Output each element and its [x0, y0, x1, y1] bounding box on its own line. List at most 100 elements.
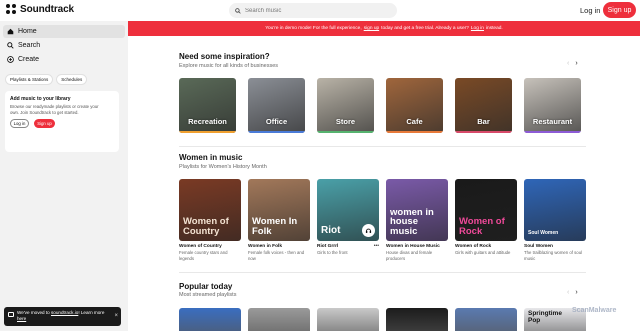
playlist-card[interactable]: Women of Rock Women of Rock Girls with gui…: [455, 179, 517, 256]
playlist-description: Female country stars and legends: [179, 250, 228, 261]
divider: [179, 272, 586, 273]
playlist-cover: Women In Folk: [248, 179, 310, 241]
playlist-name: Women in House Music: [386, 244, 440, 249]
playlist-description: Female folk voices - then and now: [248, 250, 305, 261]
library-card: Add music to your library Browse our rea…: [5, 91, 119, 152]
banner-login-link[interactable]: Log in: [471, 26, 484, 31]
close-icon[interactable]: ×: [114, 312, 118, 320]
category-accent-bar: [179, 131, 236, 133]
playlist-cover-text: Women of Country: [183, 216, 229, 237]
inspiration-carousel-arrows: ‹ ›: [567, 60, 578, 67]
section-subtitle-inspiration: Explore music for all kinds of businesse…: [179, 63, 279, 69]
category-card[interactable]: Bar: [455, 78, 512, 133]
playlist-card[interactable]: Women In Folk Women in Folk Female folk vo…: [248, 179, 310, 261]
section-subtitle-women-in-music: Playlists for Women's History Month: [179, 164, 267, 170]
chevron-left-icon[interactable]: ‹: [567, 60, 569, 67]
playlist-card[interactable]: women in house music Women in House Music…: [386, 179, 448, 261]
playlist-name: Riot Grrrl: [317, 244, 339, 249]
section-title-inspiration: Need some inspiration?: [179, 52, 270, 61]
sidebar-item-create[interactable]: Create: [3, 53, 125, 66]
category-accent-bar: [248, 131, 305, 133]
toast-here-link[interactable]: here: [17, 316, 26, 321]
playlist-cover: women in house music: [386, 179, 448, 241]
playlist-name: Women of Rock: [455, 244, 492, 249]
popular-playlist-card[interactable]: [386, 308, 448, 331]
playlist-description: Girls to the front: [317, 250, 348, 255]
popular-card-title: Springtime Pop: [528, 310, 562, 324]
sidebar-item-label: Search: [18, 42, 41, 49]
main-content: Need some inspiration? Explore music for…: [128, 36, 640, 331]
search-icon: [235, 7, 241, 14]
chevron-right-icon[interactable]: ›: [575, 60, 577, 67]
library-card-title: Add music to your library: [10, 96, 71, 102]
login-link[interactable]: Log in: [580, 6, 600, 15]
playlist-cover-text: women in house music: [390, 206, 434, 237]
section-title-women-in-music: Women in music: [179, 153, 243, 162]
category-accent-bar: [317, 131, 374, 133]
banner-signup-link[interactable]: sign up: [364, 26, 379, 31]
sidebar-item-search[interactable]: Search: [3, 39, 125, 52]
sidebar-item-home[interactable]: Home: [3, 25, 125, 38]
popular-carousel-arrows: ‹ ›: [567, 289, 578, 296]
section-subtitle-popular: Most streamed playlists: [179, 292, 237, 298]
library-login-button[interactable]: Log in: [10, 119, 29, 129]
playlist-card[interactable]: Women of Country Women of Country Female c…: [179, 179, 241, 261]
playlist-description: Girls with guitars and attitude: [455, 250, 511, 255]
banner-text: instead.: [485, 26, 503, 31]
watermark-text: ScanMalware: [572, 307, 617, 314]
category-label: Recreation: [188, 117, 227, 126]
top-bar: Soundtrack Log in Sign up: [0, 0, 640, 21]
category-accent-bar: [386, 131, 443, 133]
playlist-name: Soul Women: [524, 244, 553, 249]
library-card-description: Browse our readymade playlists or create…: [10, 104, 99, 115]
banner-text: You're in demo mode! For the full experi…: [265, 26, 362, 31]
category-accent-bar: [455, 131, 512, 133]
sidebar-item-label: Create: [18, 56, 40, 63]
chevron-left-icon[interactable]: ‹: [567, 289, 569, 296]
toast-text: We've moved to: [17, 310, 50, 315]
category-card[interactable]: Office: [248, 78, 305, 133]
library-tabs: Playlists & Stations Schedules: [5, 74, 88, 85]
search-input[interactable]: [245, 7, 385, 14]
category-card[interactable]: Cafe: [386, 78, 443, 133]
signup-button[interactable]: Sign up: [603, 2, 636, 18]
popular-playlist-card[interactable]: [248, 308, 310, 331]
playlist-card[interactable]: Soul Women Soul Women The trailblazing wom…: [524, 179, 586, 261]
category-label: Cafe: [406, 117, 423, 126]
toast-domain-link[interactable]: soundtrack.io: [51, 310, 78, 315]
library-signup-button[interactable]: Sign up: [34, 119, 55, 129]
home-icon: [7, 28, 14, 35]
tab-playlists-stations[interactable]: Playlists & Stations: [5, 74, 54, 85]
popular-playlist-card[interactable]: [317, 308, 379, 331]
tab-schedules[interactable]: Schedules: [56, 74, 88, 85]
moved-toast: We've moved to soundtrack.io! Learn more…: [4, 307, 121, 326]
demo-mode-banner: You're in demo mode! For the full experi…: [128, 21, 640, 36]
headphones-icon[interactable]: [362, 224, 375, 237]
playlist-card[interactable]: Riot Riot Grrrl Girls to the front •••: [317, 179, 379, 256]
popular-playlist-card[interactable]: [179, 308, 241, 331]
playlist-description: The trailblazing women of soul music: [524, 250, 583, 261]
category-card[interactable]: Recreation: [179, 78, 236, 133]
playlist-cover-text: Riot: [321, 225, 341, 236]
sidebar: Home Search Create Playlists & Stations …: [0, 21, 128, 331]
category-label: Store: [335, 117, 356, 126]
playlist-cover-text: Soul Women: [528, 230, 559, 236]
playlist-cover: Riot: [317, 179, 379, 241]
soundtrack-logo[interactable]: Soundtrack: [6, 4, 74, 15]
playlist-description: House divas and female producers: [386, 250, 433, 261]
logo-text: Soundtrack: [20, 4, 75, 15]
chevron-right-icon[interactable]: ›: [575, 289, 577, 296]
playlist-cover-text: Women of Rock: [459, 216, 505, 237]
more-options-icon[interactable]: •••: [374, 243, 379, 249]
search-bar[interactable]: [229, 3, 397, 18]
sidebar-item-label: Home: [18, 28, 37, 35]
message-icon: [8, 312, 14, 317]
popular-playlist-card[interactable]: [455, 308, 517, 331]
playlist-cover: Women of Rock: [455, 179, 517, 241]
playlist-cover: Soul Women: [524, 179, 586, 241]
divider: [179, 146, 586, 147]
category-card[interactable]: Store: [317, 78, 374, 133]
playlist-cover-text: Women In Folk: [252, 216, 298, 237]
banner-text: today and get a free trial. Already a us…: [381, 26, 469, 31]
category-card[interactable]: Restaurant: [524, 78, 581, 133]
